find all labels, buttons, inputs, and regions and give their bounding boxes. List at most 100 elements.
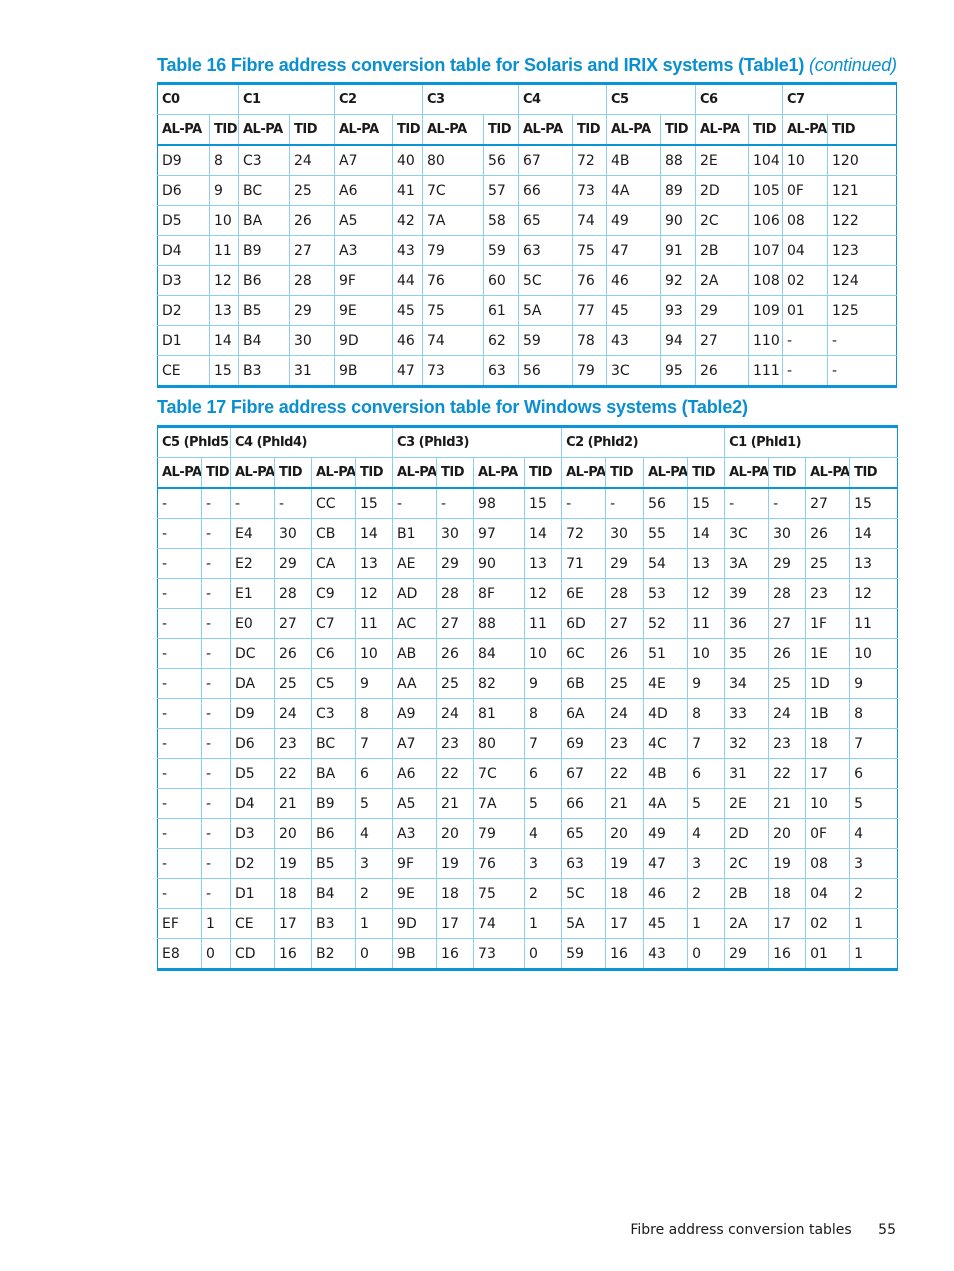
tid-cell: 9 [687, 668, 726, 699]
tid-cell: 57 [483, 175, 519, 206]
alpa-cell: D4 [157, 235, 210, 266]
alpa-cell: 75 [473, 878, 526, 909]
tid-cell: 17 [768, 908, 807, 939]
alpa-cell: 79 [422, 235, 484, 266]
alpa-cell: D3 [230, 818, 275, 849]
alpa-cell: 97 [473, 518, 526, 549]
alpa-cell: 29 [695, 295, 749, 326]
tid-cell: 24 [768, 698, 807, 729]
tid-cell: 22 [605, 758, 645, 789]
alpa-cell: 04 [805, 878, 851, 909]
alpa-cell: - [230, 487, 275, 519]
alpa-cell: B9 [238, 235, 290, 266]
tid-cell: 45 [392, 295, 423, 326]
alpa-cell: 9F [392, 848, 438, 879]
tid-cell: 61 [483, 295, 519, 326]
tid-cell: 11 [354, 608, 394, 639]
tid-cell: - [201, 638, 231, 669]
tid-cell: 2 [687, 878, 726, 909]
tid-cell: - [201, 818, 231, 849]
alpa-cell: 6E [561, 578, 607, 609]
tid-cell: 74 [572, 205, 607, 236]
alpa-cell: 27 [805, 487, 851, 519]
alpa-header: AL-PA [311, 457, 356, 489]
tid-cell: 11 [687, 608, 726, 639]
tid-cell: 10 [687, 638, 726, 669]
tid-cell: 15 [524, 487, 563, 519]
alpa-cell: 46 [606, 265, 661, 296]
tid-cell: - [768, 487, 807, 519]
alpa-cell: AA [392, 668, 438, 699]
table-row: - - D2 19 B5 3 9F 19 76 3 63 19 47 3 2C 19 08 3 [157, 848, 899, 879]
tid-cell: 21 [768, 788, 807, 819]
alpa-cell: 72 [561, 518, 607, 549]
tid-header: TID [524, 457, 563, 489]
tid-cell: 79 [572, 355, 607, 387]
alpa-cell: - [782, 325, 828, 356]
tid-cell: 7 [849, 728, 899, 759]
alpa-cell: 5C [561, 878, 607, 909]
alpa-cell: 0F [805, 818, 851, 849]
table-row: E8 0 CD 16 B2 0 9B 16 73 0 59 16 43 0 29 16 01 1 [157, 938, 899, 970]
group-header: C0 [157, 83, 239, 115]
tid-cell: 8 [849, 698, 899, 729]
group-header: C2 [334, 83, 423, 115]
group-header: C5 (PhId5) [157, 426, 231, 458]
tid-cell: 29 [436, 548, 475, 579]
alpa-cell: BA [311, 758, 356, 789]
tid-cell: 43 [392, 235, 423, 266]
tid-cell: 15 [849, 487, 899, 519]
tid-cell: 30 [274, 518, 312, 549]
tid-cell: 59 [483, 235, 519, 266]
alpa-cell: B2 [311, 938, 356, 970]
alpa-cell: 2D [724, 818, 770, 849]
tid-cell: 123 [827, 235, 897, 266]
alpa-cell: 98 [473, 487, 526, 519]
tid-header: TID [748, 114, 783, 146]
table-row: D2 13 B5 29 9E 45 75 61 5A 77 45 93 29 109 01 125 [157, 295, 897, 326]
alpa-cell: 53 [643, 578, 689, 609]
tid-cell: 41 [392, 175, 423, 206]
tid-cell: 22 [768, 758, 807, 789]
tid-cell: 94 [660, 325, 696, 356]
tid-cell: 9 [209, 175, 239, 206]
tid-cell: 7 [524, 728, 563, 759]
alpa-cell: 3A [724, 548, 770, 579]
tid-cell: 17 [605, 908, 645, 939]
tid-cell: 110 [748, 325, 783, 356]
alpa-cell: 7A [422, 205, 484, 236]
alpa-cell: 52 [643, 608, 689, 639]
tid-cell: 10 [209, 205, 239, 236]
page-footer: Fibre address conversion tables 55 [630, 1222, 896, 1238]
alpa-cell: 9D [334, 325, 393, 356]
tid-cell: 90 [660, 205, 696, 236]
tid-header: TID [660, 114, 696, 146]
alpa-cell: A3 [334, 235, 393, 266]
alpa-cell: 47 [643, 848, 689, 879]
alpa-cell: 4A [606, 175, 661, 206]
alpa-cell: 18 [805, 728, 851, 759]
tid-cell: 25 [274, 668, 312, 699]
tid-cell: 16 [274, 938, 312, 970]
alpa-cell: 1D [805, 668, 851, 699]
alpa-cell: 04 [782, 235, 828, 266]
alpa-cell: C3 [311, 698, 356, 729]
alpa-cell: - [157, 548, 202, 579]
alpa-cell: 9B [334, 355, 393, 387]
tid-cell: 24 [605, 698, 645, 729]
tid-cell: 62 [483, 325, 519, 356]
alpa-cell: 69 [561, 728, 607, 759]
tid-cell: 63 [483, 355, 519, 387]
alpa-cell: CB [311, 518, 356, 549]
tid-cell: 15 [687, 487, 726, 519]
table-row: - - D1 18 B4 2 9E 18 75 2 5C 18 46 2 2B 18 04 2 [157, 878, 899, 909]
alpa-header: AL-PA [230, 457, 275, 489]
tid-cell: 1 [849, 908, 899, 939]
alpa-cell: 8F [473, 578, 526, 609]
tid-cell: 106 [748, 205, 783, 236]
tid-cell: 107 [748, 235, 783, 266]
alpa-cell: CD [230, 938, 275, 970]
tid-cell: 28 [436, 578, 475, 609]
alpa-cell: BC [238, 175, 290, 206]
tid-cell: 6 [354, 758, 394, 789]
